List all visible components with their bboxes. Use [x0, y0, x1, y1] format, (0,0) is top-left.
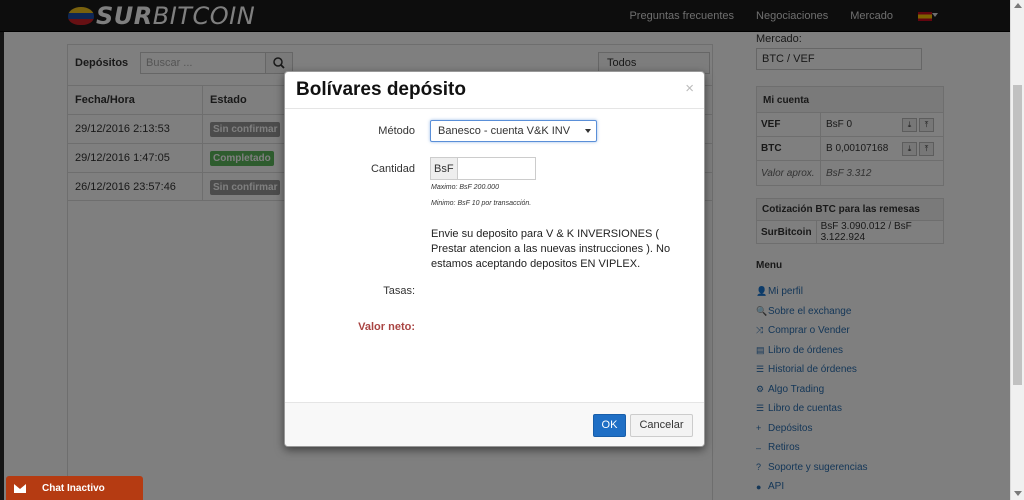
envelope-icon: [6, 476, 34, 500]
scroll-down-icon[interactable]: [1014, 491, 1022, 496]
min-amount-help: Minimo: BsF 10 por transacción.: [431, 200, 532, 207]
scroll-thumb[interactable]: [1013, 85, 1022, 385]
amount-label: Cantidad: [370, 163, 415, 175]
chat-status: Chat Inactivo: [42, 482, 105, 494]
deposit-modal: Bolívares depósito × Método Banesco - cu…: [284, 71, 705, 447]
close-icon[interactable]: ×: [685, 80, 694, 97]
modal-header: Bolívares depósito ×: [285, 72, 704, 109]
amount-input-group: BsF: [430, 157, 536, 180]
chat-widget[interactable]: Chat Inactivo: [6, 476, 143, 500]
cancel-button[interactable]: Cancelar: [630, 414, 693, 437]
max-amount-help: Maximo: BsF 200.000: [431, 184, 499, 191]
chevron-down-icon: [585, 129, 591, 133]
modal-footer: OK Cancelar: [285, 402, 704, 446]
ok-button[interactable]: OK: [593, 414, 626, 437]
scroll-up-icon[interactable]: [1014, 3, 1022, 8]
currency-addon: BsF: [430, 157, 458, 180]
amount-input[interactable]: [458, 157, 536, 180]
fees-label: Tasas:: [383, 285, 415, 297]
method-label: Método: [378, 125, 415, 137]
deposit-instructions: Envie su deposito para V & K INVERSIONES…: [431, 228, 671, 270]
net-value-label: Valor neto:: [358, 321, 415, 333]
modal-title: Bolívares depósito: [296, 79, 466, 100]
method-select[interactable]: Banesco - cuenta V&K INV: [430, 120, 597, 142]
scrollbar[interactable]: [1010, 0, 1024, 500]
method-value: Banesco - cuenta V&K INV: [438, 125, 571, 137]
